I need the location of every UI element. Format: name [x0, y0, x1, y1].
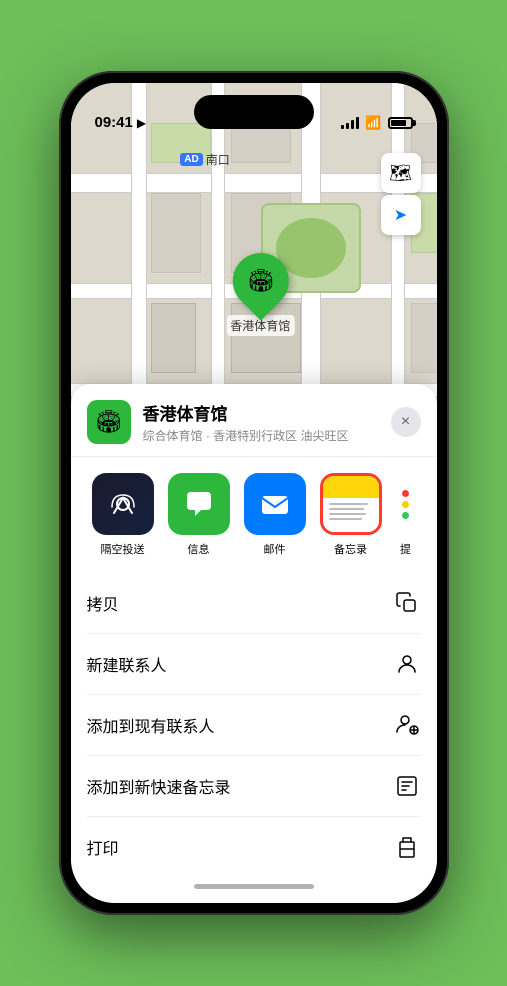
action-add-contact[interactable]: 添加到现有联系人 [87, 694, 421, 755]
new-contact-icon [393, 650, 421, 678]
map-controls: 🗺 ➤ [381, 153, 421, 235]
venue-icon: 🏟 [87, 400, 131, 444]
signal-bars-icon [341, 117, 359, 129]
new-note-icon [393, 772, 421, 800]
dot-green [402, 512, 409, 519]
location-button[interactable]: ➤ [381, 195, 421, 235]
action-new-note[interactable]: 添加到新快速备忘录 [87, 755, 421, 816]
map-type-button[interactable]: 🗺 [381, 153, 421, 193]
airdrop-label: 隔空投送 [101, 541, 145, 557]
share-item-messages[interactable]: 信息 [163, 473, 235, 557]
status-time: 09:41 [95, 114, 133, 131]
location-arrow-icon: ▶ [137, 116, 146, 130]
copy-label: 拷贝 [87, 591, 119, 615]
more-label: 提 [400, 541, 411, 557]
venue-emoji: 🏟 [95, 409, 123, 435]
phone-screen: 09:41 ▶ 📶 [71, 83, 437, 903]
copy-icon [393, 589, 421, 617]
action-list: 拷贝 新建联系人 [71, 573, 437, 869]
messages-svg [181, 486, 217, 522]
battery-icon [388, 117, 413, 129]
mail-svg [257, 486, 293, 522]
action-new-contact[interactable]: 新建联系人 [87, 633, 421, 694]
new-contact-label: 新建联系人 [87, 652, 167, 676]
print-icon [393, 833, 421, 861]
dynamic-island [194, 95, 314, 129]
notes-icon [320, 473, 382, 535]
add-contact-label: 添加到现有联系人 [87, 713, 215, 737]
close-button[interactable]: × [391, 407, 421, 437]
messages-icon [168, 473, 230, 535]
share-item-notes[interactable]: 备忘录 [315, 473, 387, 557]
mail-icon [244, 473, 306, 535]
sheet-header: 🏟 香港体育馆 综合体育馆 · 香港特别行政区 油尖旺区 × [71, 384, 437, 457]
venue-info: 香港体育馆 综合体育馆 · 香港特别行政区 油尖旺区 [143, 400, 391, 444]
home-indicator [71, 869, 437, 903]
status-icons: 📶 [341, 115, 412, 131]
new-note-label: 添加到新快速备忘录 [87, 774, 231, 798]
mail-label: 邮件 [264, 541, 286, 557]
messages-label: 信息 [188, 541, 210, 557]
more-dots-container [390, 473, 422, 535]
location-arrow-icon: ➤ [394, 205, 407, 225]
pin-emoji: 🏟 [246, 268, 274, 294]
venue-description: 综合体育馆 · 香港特别行政区 油尖旺区 [143, 427, 391, 444]
pin-circle: 🏟 [221, 241, 300, 320]
action-copy[interactable]: 拷贝 [87, 573, 421, 633]
bottom-sheet: 🏟 香港体育馆 综合体育馆 · 香港特别行政区 油尖旺区 × [71, 384, 437, 903]
home-bar [194, 884, 314, 889]
airdrop-icon [92, 473, 154, 535]
print-label: 打印 [87, 835, 119, 859]
map-label-prefix: AD [180, 153, 202, 166]
action-print[interactable]: 打印 [87, 816, 421, 869]
location-pin: 🏟 香港体育馆 [226, 253, 294, 336]
dot-red [402, 490, 409, 497]
share-item-more[interactable]: 提 [391, 473, 421, 557]
share-item-mail[interactable]: 邮件 [239, 473, 311, 557]
notes-label: 备忘录 [334, 541, 367, 557]
map-icon: 🗺 [389, 163, 412, 184]
venue-name: 香港体育馆 [143, 400, 391, 425]
add-contact-icon [393, 711, 421, 739]
airdrop-svg [106, 487, 140, 521]
phone-frame: 09:41 ▶ 📶 [59, 71, 449, 915]
share-item-airdrop[interactable]: 隔空投送 [87, 473, 159, 557]
share-row: 隔空投送 信息 [71, 457, 437, 573]
map-label-container: AD 南口 [180, 151, 229, 168]
map-label-text: 南口 [206, 151, 230, 168]
wifi-icon: 📶 [365, 115, 381, 131]
dot-yellow [402, 501, 409, 508]
